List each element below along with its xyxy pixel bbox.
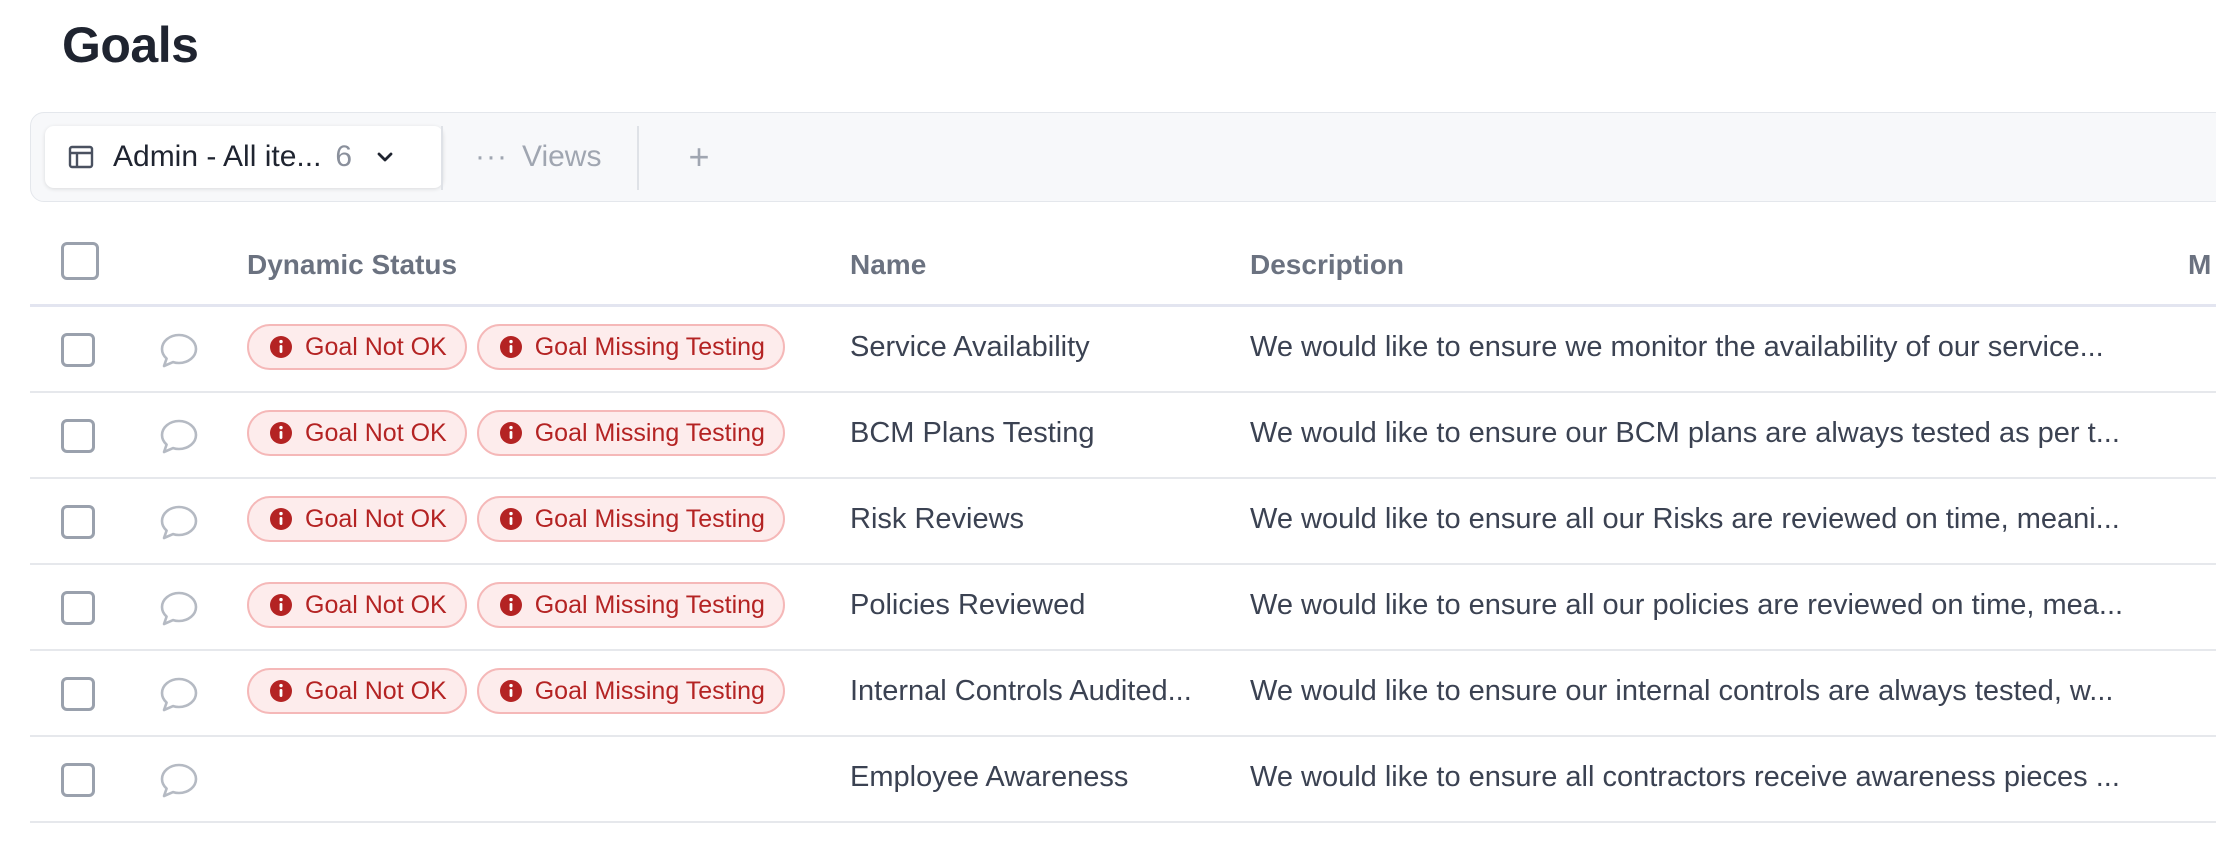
name-cell[interactable]: Service Availability [850,331,1230,364]
table-row[interactable]: Goal Not OK Goal Missing Testing Internal … [30,651,2216,737]
status-badge[interactable]: Goal Not OK [247,668,467,714]
dynamic-status-cell: Goal Not OK Goal Missing Testing [247,324,785,370]
name-cell[interactable]: BCM Plans Testing [850,417,1230,450]
status-badge-label: Goal Missing Testing [534,332,765,361]
comment-icon[interactable] [158,331,200,371]
comment-icon[interactable] [158,675,200,715]
views-label: Views [521,140,602,173]
info-icon [499,335,523,359]
column-header-next[interactable]: M [2188,249,2211,281]
description-cell[interactable]: We would like to ensure we monitor the a… [1250,331,2190,364]
comment-icon[interactable] [158,417,200,457]
status-badge-label: Goal Not OK [305,590,447,619]
info-icon [499,507,523,531]
view-selector[interactable]: Admin - All ite... 6 [45,126,443,188]
row-checkbox[interactable] [61,763,95,797]
info-icon [269,335,293,359]
name-cell[interactable]: Policies Reviewed [850,589,1230,622]
status-badge[interactable]: Goal Missing Testing [476,496,785,542]
row-checkbox[interactable] [61,419,95,453]
dynamic-status-cell: Goal Not OK Goal Missing Testing [247,410,785,456]
status-badge-label: Goal Missing Testing [534,504,765,533]
name-cell[interactable]: Employee Awareness [850,761,1230,794]
status-badge[interactable]: Goal Missing Testing [476,582,785,628]
view-name: Admin - All ite... [113,140,322,173]
status-badge-label: Goal Not OK [305,332,447,361]
info-icon [269,593,293,617]
table-row[interactable]: Goal Not OK Goal Missing Testing Policies … [30,565,2216,651]
info-icon [499,421,523,445]
row-checkbox[interactable] [61,677,95,711]
dynamic-status-cell: Goal Not OK Goal Missing Testing [247,668,785,714]
toolbar-divider [441,126,443,190]
view-count: 6 [335,140,353,173]
status-badge-label: Goal Missing Testing [534,418,765,447]
status-badge[interactable]: Goal Not OK [247,582,467,628]
table-row[interactable]: Employee Awareness We would like to ensur… [30,737,2216,823]
dynamic-status-cell: Goal Not OK Goal Missing Testing [247,496,785,542]
info-icon [499,593,523,617]
info-icon [499,679,523,703]
column-header-description[interactable]: Description [1250,249,1404,281]
status-badge-label: Goal Missing Testing [534,676,765,705]
comment-icon[interactable] [158,503,200,543]
row-checkbox[interactable] [61,591,95,625]
row-checkbox[interactable] [61,505,95,539]
more-dots-icon: ··· [475,140,508,173]
column-header-name[interactable]: Name [850,249,926,281]
info-icon [269,421,293,445]
page-title: Goals [62,17,199,73]
add-view-button[interactable]: + [679,126,719,188]
comment-icon[interactable] [158,761,200,801]
toolbar-divider [637,126,639,190]
table-row[interactable]: Goal Not OK Goal Missing Testing BCM Plans… [30,393,2216,479]
views-button[interactable]: ··· Views [475,126,601,188]
name-cell[interactable]: Risk Reviews [850,503,1230,536]
info-icon [269,679,293,703]
status-badge-label: Goal Not OK [305,418,447,447]
status-badge[interactable]: Goal Not OK [247,324,467,370]
view-toolbar: Admin - All ite... 6 ··· Views + [30,112,2216,202]
chevron-down-icon [372,144,398,170]
status-badge[interactable]: Goal Not OK [247,410,467,456]
status-badge[interactable]: Goal Missing Testing [476,410,785,456]
description-cell[interactable]: We would like to ensure all our Risks ar… [1250,503,2190,536]
description-cell[interactable]: We would like to ensure all our policies… [1250,589,2190,622]
status-badge[interactable]: Goal Not OK [247,496,467,542]
table-row[interactable]: Goal Not OK Goal Missing Testing Service A… [30,307,2216,393]
goals-table: Dynamic Status Name Description M Goal N… [30,225,2216,823]
description-cell[interactable]: We would like to ensure our internal con… [1250,675,2190,708]
info-icon [269,507,293,531]
table-row[interactable]: Goal Not OK Goal Missing Testing Risk Revi… [30,479,2216,565]
dynamic-status-cell: Goal Not OK Goal Missing Testing [247,582,785,628]
select-all-checkbox[interactable] [61,242,99,280]
row-checkbox[interactable] [61,333,95,367]
status-badge-label: Goal Missing Testing [534,590,765,619]
table-icon [67,143,95,171]
comment-icon[interactable] [158,589,200,629]
description-cell[interactable]: We would like to ensure our BCM plans ar… [1250,417,2190,450]
status-badge-label: Goal Not OK [305,676,447,705]
status-badge[interactable]: Goal Missing Testing [476,668,785,714]
table-header: Dynamic Status Name Description M [30,225,2216,307]
status-badge[interactable]: Goal Missing Testing [476,324,785,370]
name-cell[interactable]: Internal Controls Audited... [850,675,1230,708]
description-cell[interactable]: We would like to ensure all contractors … [1250,761,2190,794]
status-badge-label: Goal Not OK [305,504,447,533]
column-header-dynamic-status[interactable]: Dynamic Status [247,249,457,281]
